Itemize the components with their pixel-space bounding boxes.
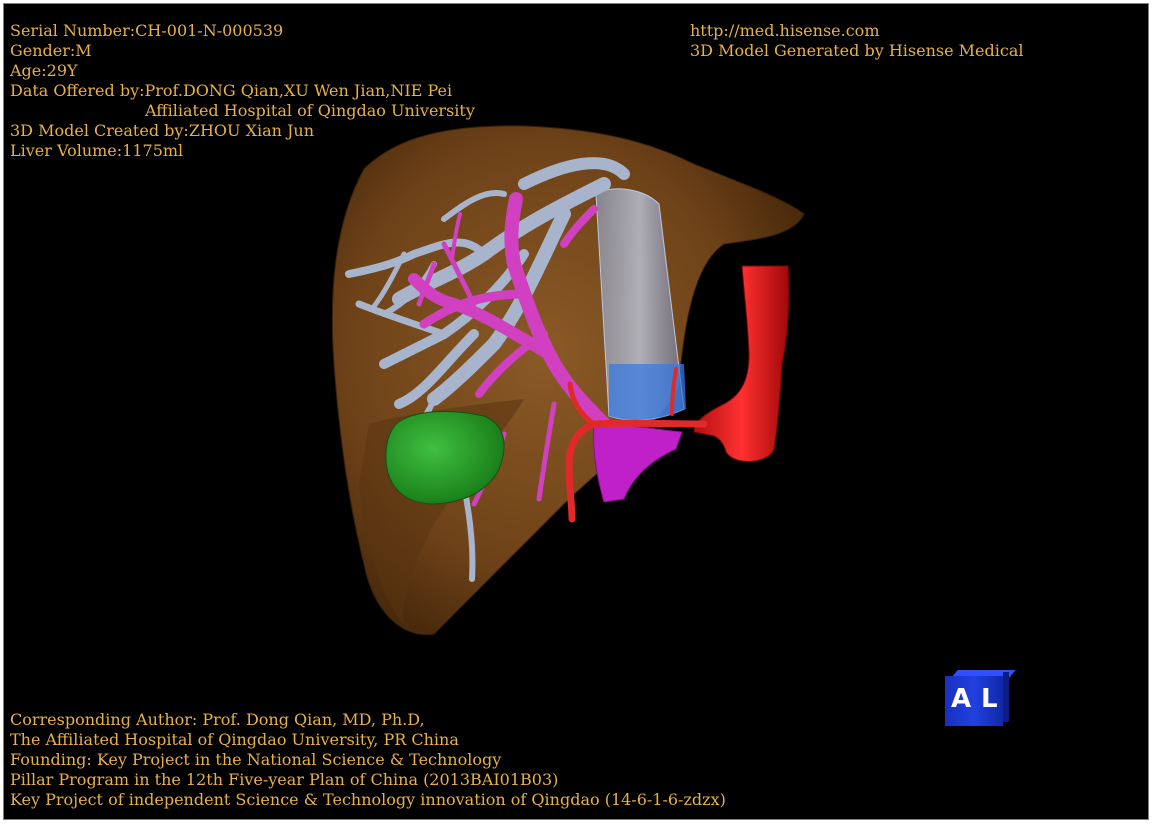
orientation-label-anterior: A <box>951 684 972 714</box>
generator-text: 3D Model Generated by Hisense Medical <box>690 41 1024 60</box>
footer-line-2: The Affiliated Hospital of Qingdao Unive… <box>10 730 459 749</box>
model-created-text: 3D Model Created by:ZHOU Xian Jun <box>10 121 315 140</box>
footer-line-3: Founding: Key Project in the National Sc… <box>10 750 502 769</box>
orientation-cube[interactable]: A L <box>945 670 1016 726</box>
gender-text: Gender:M <box>10 41 92 60</box>
footer-line-1: Corresponding Author: Prof. Dong Qian, M… <box>10 710 425 729</box>
orientation-label-left: L <box>981 684 998 714</box>
liver-volume-text: Liver Volume:1175ml <box>10 141 184 160</box>
viewer-frame: Serial Number:CH-001-N-000539 Gender:M A… <box>3 3 1149 820</box>
footer-line-4: Pillar Program in the 12th Five-year Pla… <box>10 770 559 789</box>
serial-number-text: Serial Number:CH-001-N-000539 <box>10 21 284 40</box>
age-text: Age:29Y <box>10 61 78 80</box>
data-offered-text: Data Offered by:Prof.DONG Qian,XU Wen Ji… <box>10 81 453 100</box>
footer-line-5: Key Project of independent Science & Tec… <box>10 790 726 809</box>
url-text: http://med.hisense.com <box>690 21 880 40</box>
portal-vein-trunk <box>593 423 683 503</box>
hospital-text: Affiliated Hospital of Qingdao Universit… <box>145 101 475 120</box>
aorta <box>693 265 790 462</box>
